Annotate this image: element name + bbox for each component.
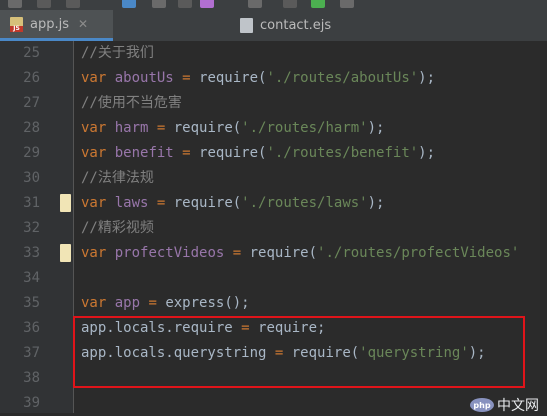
line-number: 39 (23, 395, 40, 411)
code-token: = (232, 245, 242, 261)
tab-app-js[interactable]: JS app.js ✕ (0, 10, 113, 41)
code-line[interactable]: 35 var app = express(); (0, 291, 547, 316)
code-line[interactable]: 39 (0, 391, 547, 416)
line-number: 25 (23, 45, 40, 61)
code-token: benefit (106, 145, 183, 161)
code-token: profectVideos (106, 245, 233, 261)
code-token: laws (106, 195, 157, 211)
php-logo-icon: php (470, 398, 494, 412)
code-token: require( (165, 120, 242, 136)
toolbar (0, 0, 547, 10)
toolbar-icon[interactable] (340, 0, 354, 8)
code-line[interactable]: 34 (0, 266, 547, 291)
code-token: aboutUs (106, 70, 183, 86)
tab-label: app.js (30, 16, 69, 32)
code-line[interactable]: 30 //法律法规 (0, 166, 547, 191)
code-token: ); (367, 195, 385, 211)
toolbar-icon[interactable] (37, 0, 51, 8)
code-token: var (81, 295, 107, 311)
line-number: 28 (23, 120, 40, 136)
code-token: './routes/benefit' (266, 145, 419, 161)
toolbar-icon[interactable] (200, 0, 214, 8)
toolbar-icon[interactable] (283, 0, 297, 8)
change-marker (60, 194, 71, 212)
code-token: require( (190, 70, 267, 86)
tab-label: contact.ejs (260, 18, 332, 33)
code-token: ); (418, 145, 436, 161)
code-line[interactable]: 32 //精彩视频 (0, 216, 547, 241)
code-line[interactable]: 28 var harm = require('./routes/harm'); (0, 116, 547, 141)
line-number: 31 (23, 195, 40, 211)
toolbar-icon[interactable] (152, 0, 166, 8)
code-token: ); (367, 120, 385, 136)
code-token: './routes/aboutUs' (266, 70, 419, 86)
code-token: var (81, 70, 107, 86)
toolbar-icon[interactable] (248, 0, 262, 8)
code-token: require( (190, 145, 267, 161)
line-number: 36 (23, 320, 40, 336)
toolbar-icon[interactable] (178, 0, 192, 8)
code-token: var (81, 145, 107, 161)
line-number: 30 (23, 170, 40, 186)
code-token: './routes/laws' (241, 195, 368, 211)
line-number: 33 (23, 245, 40, 261)
code-line[interactable]: 29 var benefit = require('./routes/benefi… (0, 141, 547, 166)
code-token: var (81, 120, 107, 136)
code-text: //使用不当危害 (81, 91, 182, 116)
file-icon (240, 18, 253, 33)
code-text: var laws = require('./routes/laws'); (81, 191, 384, 216)
code-line[interactable]: 27 //使用不当危害 (0, 91, 547, 116)
line-number: 35 (23, 295, 40, 311)
toolbar-icon[interactable] (66, 0, 80, 8)
code-token: './routes/harm' (241, 120, 368, 136)
code-token: app (106, 295, 149, 311)
close-icon[interactable]: ✕ (78, 17, 88, 31)
code-text: var harm = require('./routes/harm'); (81, 116, 384, 141)
code-line[interactable]: 26 var aboutUs = require('./routes/aboutU… (0, 66, 547, 91)
line-number: 27 (23, 95, 40, 111)
toolbar-icon[interactable] (8, 0, 22, 8)
code-line[interactable]: 25 //关于我们 (0, 41, 547, 66)
watermark-text: 中文网 (497, 398, 539, 414)
code-token: './routes/profectVideos' (317, 245, 520, 261)
code-token: var (81, 245, 107, 261)
line-number: 38 (23, 370, 40, 386)
code-line[interactable]: 31 var laws = require('./routes/laws'); (0, 191, 547, 216)
code-token: = (182, 145, 191, 161)
line-number: 32 (23, 220, 40, 236)
watermark: php 中文网 (470, 397, 539, 414)
toolbar-icon[interactable] (122, 0, 136, 8)
code-token: express(); (156, 295, 250, 311)
tab-contact-ejs[interactable]: contact.ejs (230, 10, 380, 41)
code-token: = (148, 295, 157, 311)
line-number: 26 (23, 70, 40, 86)
toolbar-icon[interactable] (311, 0, 325, 8)
code-token: var (81, 195, 107, 211)
line-number: 37 (23, 345, 40, 361)
code-token: harm (106, 120, 157, 136)
code-line[interactable]: 33 var profectVideos = require('./routes/… (0, 241, 547, 266)
code-token: require( (241, 245, 318, 261)
code-text: var app = express(); (81, 291, 250, 316)
line-number: 34 (23, 270, 40, 286)
code-token: = (182, 70, 191, 86)
code-text: var aboutUs = require('./routes/aboutUs'… (81, 66, 435, 91)
highlight-annotation-box (73, 316, 525, 388)
code-text: //关于我们 (81, 41, 154, 66)
code-text: //法律法规 (81, 166, 154, 191)
line-number: 29 (23, 145, 40, 161)
editor-tab-bar: JS app.js ✕ contact.ejs (0, 10, 547, 42)
code-token: //使用不当危害 (81, 95, 182, 111)
code-token: ); (418, 70, 436, 86)
code-token: //精彩视频 (81, 220, 154, 236)
js-file-icon: JS (10, 16, 23, 32)
code-token: //关于我们 (81, 45, 154, 61)
code-text: var profectVideos = require('./routes/pr… (81, 241, 519, 266)
code-token: require( (165, 195, 242, 211)
code-text: var benefit = require('./routes/benefit'… (81, 141, 435, 166)
change-marker (60, 244, 71, 262)
code-token: //法律法规 (81, 170, 154, 186)
code-text: //精彩视频 (81, 216, 154, 241)
